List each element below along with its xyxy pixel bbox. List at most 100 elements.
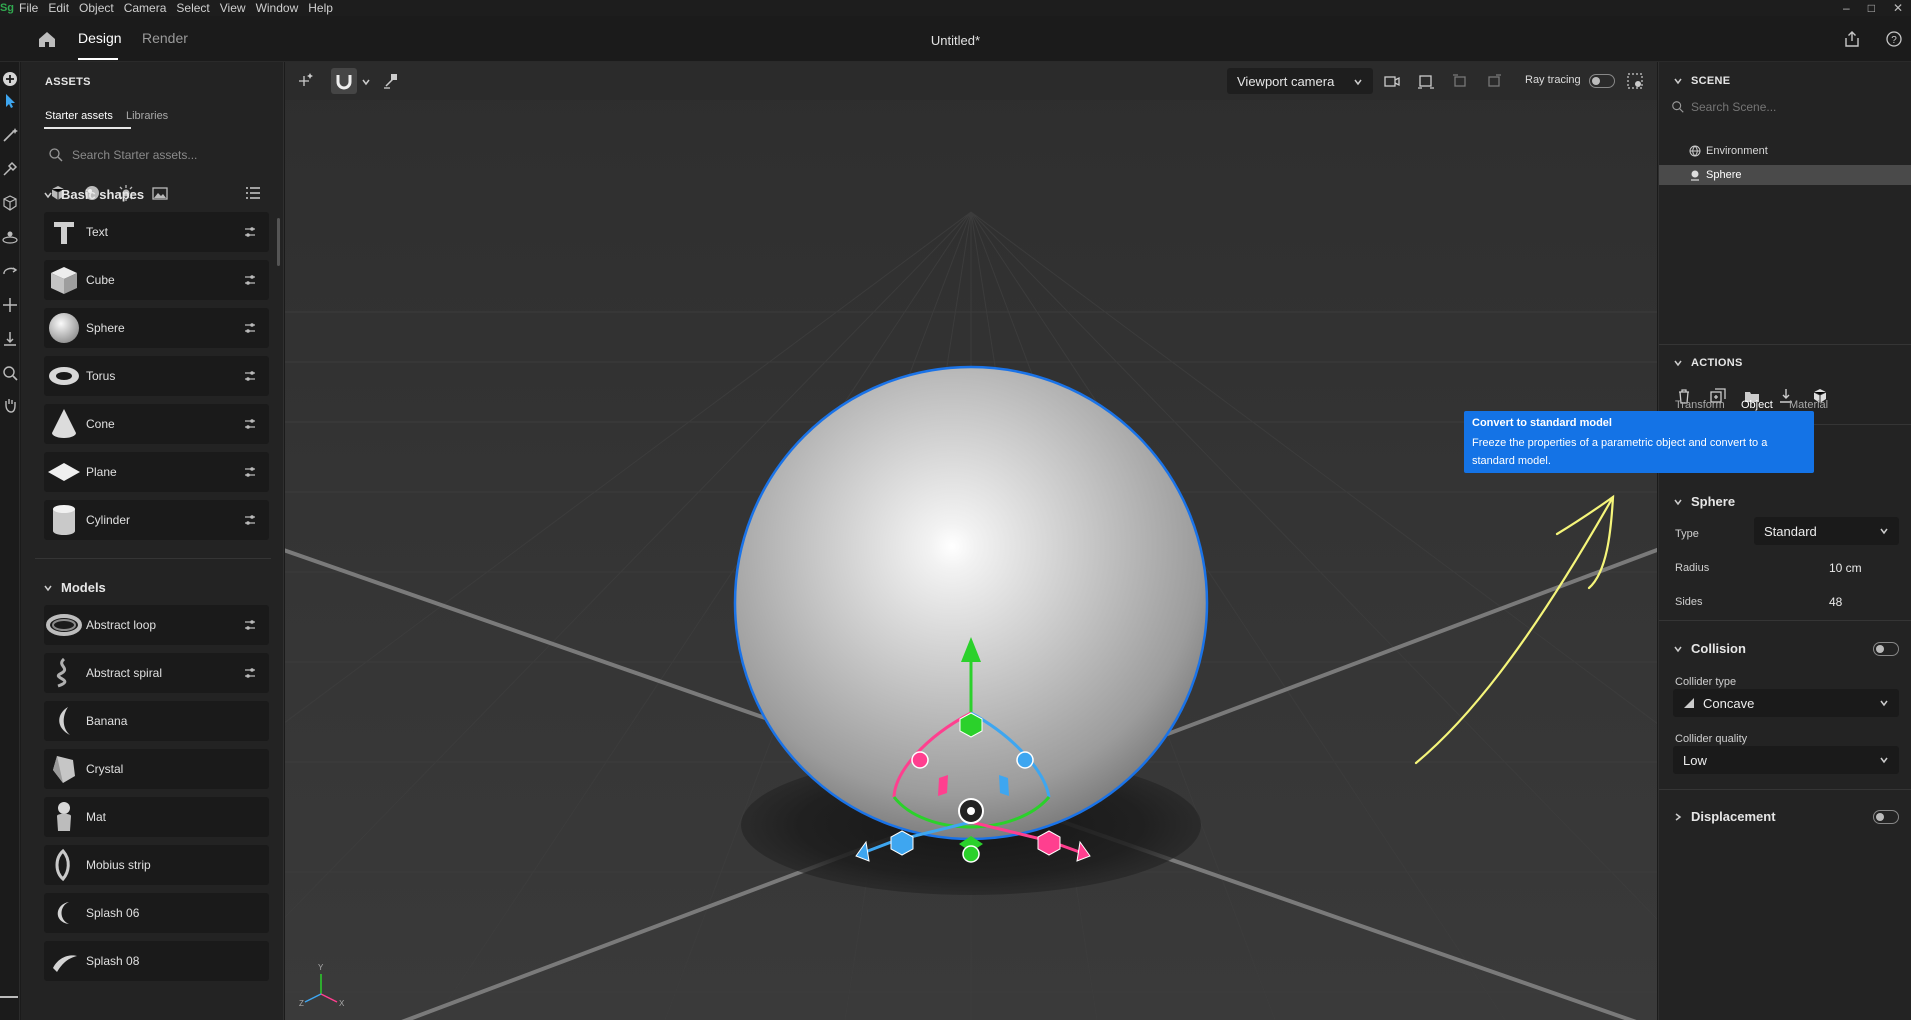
asset-sphere[interactable]: Sphere xyxy=(44,308,269,348)
type-dropdown[interactable]: Standard xyxy=(1754,517,1899,545)
drop-to-ground-icon[interactable] xyxy=(1,330,19,348)
frame-camera-icon[interactable] xyxy=(1416,71,1436,91)
zoom-icon[interactable] xyxy=(1,364,19,382)
asset-splash-08[interactable]: Splash 08 xyxy=(44,941,269,981)
redo-view-icon[interactable] xyxy=(1484,71,1504,91)
collision-title: Collision xyxy=(1691,641,1746,656)
cube-tool-icon[interactable] xyxy=(1,194,19,212)
asset-plane[interactable]: Plane xyxy=(44,452,269,492)
adjust-icon[interactable] xyxy=(239,369,261,383)
tab-transform[interactable]: Transform xyxy=(1675,399,1725,411)
help-icon[interactable]: ? xyxy=(1885,30,1903,48)
list-view-icon[interactable] xyxy=(244,184,262,202)
asset-splash-06[interactable]: Splash 06 xyxy=(44,893,269,933)
basic-shapes-header[interactable]: Basic shapes xyxy=(43,187,144,202)
adjust-icon[interactable] xyxy=(239,513,261,527)
panel-divider xyxy=(1659,789,1911,790)
menu-window[interactable]: Window xyxy=(251,0,304,16)
tab-starter-assets[interactable]: Starter assets xyxy=(45,110,113,122)
collider-type-dropdown[interactable]: Concave xyxy=(1673,689,1899,717)
add-icon[interactable] xyxy=(1,70,19,88)
maximize-button[interactable]: □ xyxy=(1868,0,1875,16)
adjust-icon[interactable] xyxy=(239,666,261,680)
chevron-down-icon xyxy=(1674,360,1682,367)
panel-toggle[interactable] xyxy=(0,996,18,1020)
asset-mat[interactable]: Mat xyxy=(44,797,269,837)
pan-hand-icon[interactable] xyxy=(1,396,19,414)
asset-abstract-spiral[interactable]: Abstract spiral xyxy=(44,653,269,693)
asset-crystal[interactable]: Crystal xyxy=(44,749,269,789)
minimize-button[interactable]: – xyxy=(1843,0,1850,16)
viewport[interactable]: Y X Z Viewport camera Ray tracing xyxy=(285,62,1657,1020)
scene-header[interactable]: SCENE xyxy=(1673,75,1730,87)
images-filter-icon[interactable] xyxy=(151,184,169,202)
radius-value[interactable]: 10 cm xyxy=(1829,561,1862,575)
menu-object[interactable]: Object xyxy=(74,0,119,16)
tab-object[interactable]: Object xyxy=(1741,399,1773,411)
collision-section-header[interactable]: Collision xyxy=(1673,641,1746,656)
asset-cube[interactable]: Cube xyxy=(44,260,269,300)
collider-quality-dropdown[interactable]: Low xyxy=(1673,746,1899,774)
chevron-down-icon[interactable] xyxy=(361,77,371,87)
menu-help[interactable]: Help xyxy=(303,0,338,16)
magic-wand-icon[interactable] xyxy=(1,126,19,144)
asset-cone[interactable]: Cone xyxy=(44,404,269,444)
adjust-icon[interactable] xyxy=(239,417,261,431)
snap-button[interactable] xyxy=(331,68,357,94)
displacement-section-header[interactable]: Displacement xyxy=(1673,809,1776,824)
adjust-icon[interactable] xyxy=(239,321,261,335)
actions-header[interactable]: ACTIONS xyxy=(1673,357,1743,369)
menu-edit[interactable]: Edit xyxy=(43,0,74,16)
camera-select[interactable]: Viewport camera xyxy=(1227,68,1373,94)
viewport-canvas[interactable]: Y X Z xyxy=(285,62,1657,1020)
scene-item-environment[interactable]: Environment xyxy=(1659,141,1911,161)
tooltip: Convert to standard model Freeze the pro… xyxy=(1464,411,1814,473)
asset-text[interactable]: Text xyxy=(44,212,269,252)
asset-torus[interactable]: Torus xyxy=(44,356,269,396)
drop-pin-icon[interactable] xyxy=(381,71,401,91)
menu-select[interactable]: Select xyxy=(171,0,214,16)
models-header[interactable]: Models xyxy=(43,580,106,595)
share-icon[interactable] xyxy=(1843,30,1861,48)
app-logo: Sg xyxy=(0,2,15,14)
sparkle-add-icon[interactable] xyxy=(295,71,315,91)
sides-value[interactable]: 48 xyxy=(1829,595,1842,609)
assets-scrollbar[interactable] xyxy=(277,218,280,266)
chevron-down-icon xyxy=(1880,528,1888,535)
select-tool-icon[interactable] xyxy=(1,92,19,110)
section-divider xyxy=(35,558,271,559)
mat-figure-icon xyxy=(44,797,84,837)
sphere-object[interactable] xyxy=(733,365,1209,841)
close-button[interactable]: ✕ xyxy=(1893,0,1903,16)
orbit-icon[interactable] xyxy=(1,262,19,280)
eyedropper-icon[interactable] xyxy=(1,160,19,178)
collision-toggle[interactable] xyxy=(1873,642,1899,656)
mobius-strip-icon xyxy=(44,845,84,885)
ground-plane-icon[interactable] xyxy=(1,228,19,246)
assets-search-input[interactable] xyxy=(72,148,262,162)
render-settings-icon[interactable] xyxy=(1625,71,1645,91)
displacement-toggle[interactable] xyxy=(1873,810,1899,824)
scene-search-input[interactable] xyxy=(1691,100,1871,114)
camera-bookmark-icon[interactable] xyxy=(1382,71,1402,91)
ray-tracing-toggle[interactable] xyxy=(1589,74,1615,88)
sphere-section-header[interactable]: Sphere xyxy=(1673,494,1735,509)
asset-mobius-strip[interactable]: Mobius strip xyxy=(44,845,269,885)
tab-material[interactable]: Material xyxy=(1789,399,1828,411)
adjust-icon[interactable] xyxy=(239,273,261,287)
menu-file[interactable]: File xyxy=(14,0,43,16)
menu-camera[interactable]: Camera xyxy=(119,0,172,16)
asset-cylinder[interactable]: Cylinder xyxy=(44,500,269,540)
scene-item-sphere[interactable]: Sphere xyxy=(1659,165,1911,185)
tab-libraries[interactable]: Libraries xyxy=(126,110,168,122)
adjust-icon[interactable] xyxy=(239,225,261,239)
asset-abstract-loop[interactable]: Abstract loop xyxy=(44,605,269,645)
move-icon[interactable] xyxy=(1,296,19,314)
adjust-icon[interactable] xyxy=(239,618,261,632)
panel-divider xyxy=(1659,344,1911,345)
model-icon xyxy=(1691,170,1699,181)
asset-banana[interactable]: Banana xyxy=(44,701,269,741)
adjust-icon[interactable] xyxy=(239,465,261,479)
undo-view-icon[interactable] xyxy=(1450,71,1470,91)
menu-view[interactable]: View xyxy=(215,0,251,16)
